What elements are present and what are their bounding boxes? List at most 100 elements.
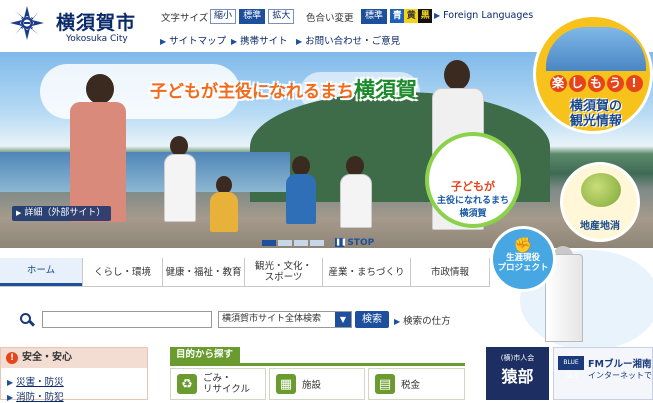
local-badge-label: 地産地消	[580, 221, 620, 232]
tourism-badge-enjoy: 楽しもう!	[536, 75, 650, 92]
arrow-right-icon: ▶	[7, 378, 14, 387]
slide-dot[interactable]	[262, 240, 276, 246]
foreign-languages-link[interactable]: ▶ Foreign Languages	[434, 10, 533, 21]
banner1-line2: 猿部	[501, 367, 534, 386]
recycle-icon: ♻	[177, 374, 197, 394]
color-standard-button[interactable]: 標準	[361, 9, 388, 24]
color-black-button[interactable]: 黒	[418, 9, 433, 23]
font-size-large-button[interactable]: 拡大	[268, 9, 295, 24]
kids-badge-line1: 子どもが	[451, 180, 495, 193]
hero-person	[210, 192, 238, 232]
fm-blue-logo: BLUE 78.5	[558, 356, 584, 380]
arrow-right-icon: ▶	[16, 209, 22, 217]
city-name-en: Yokosuka City	[66, 34, 128, 44]
purpose-tile-label: ごみ・ リサイクル	[203, 373, 251, 395]
tourism-badge-line2: 観光情報	[569, 114, 622, 129]
color-change-label: 色合い変更	[306, 13, 354, 24]
search-input[interactable]	[42, 311, 212, 328]
fist-icon: ✊	[513, 236, 533, 254]
safety-title: 安全・安心	[22, 352, 72, 363]
purpose-tile-tax[interactable]: ▤ 税金	[368, 368, 465, 400]
hero-sea	[0, 152, 290, 192]
arrow-right-icon: ▶	[231, 37, 238, 46]
search-help-label: 検索の仕方	[403, 316, 451, 327]
purpose-panel-rule	[170, 363, 465, 366]
fm-blue-shonan-banner[interactable]: BLUE 78.5 FMブルー湘南 インターネットで	[553, 347, 653, 400]
purpose-panel-header: 目的から探す	[170, 347, 240, 363]
safety-panel-header: ! 安全・安心	[1, 348, 147, 368]
nav-home[interactable]: ホーム	[0, 258, 82, 286]
nav-living[interactable]: くらし・環境	[82, 258, 162, 286]
kids-city-badge[interactable]: 子どもが 主役になれるまち 横須賀	[425, 132, 521, 228]
nav-health[interactable]: 健康・福祉・教育	[162, 258, 244, 286]
search-scope-value: 横須賀市サイト全体検索	[222, 314, 322, 324]
hero-detail-link[interactable]: ▶ 詳細（外部サイト）	[12, 206, 112, 221]
safety-link-disaster[interactable]: ▶ 災害・防災	[7, 374, 64, 388]
hero-person	[340, 174, 372, 228]
font-size-standard-button[interactable]: 標準	[239, 9, 266, 24]
arrow-right-icon: ▶	[434, 11, 441, 20]
slider-stop-button[interactable]: ❚❚ STOP	[335, 238, 374, 248]
slide-dot[interactable]	[294, 240, 308, 246]
slide-dot[interactable]	[310, 240, 324, 246]
color-yellow-button[interactable]: 黄	[404, 9, 419, 23]
lifelong-active-project-badge[interactable]: ✊ 生涯現役 プロジェクト	[490, 226, 556, 292]
hero-caption: 子どもが主役になれるまち横須賀	[150, 74, 417, 104]
nav-city-info[interactable]: 市政情報	[410, 258, 490, 286]
tourism-badge-title: 横須賀の 観光情報	[536, 99, 650, 129]
kids-badge-line2: 主役になれるまち	[436, 196, 509, 206]
purpose-tile-label: 税金	[401, 380, 421, 391]
foreign-languages-label: Foreign Languages	[443, 10, 534, 21]
arrow-right-icon: ▶	[160, 37, 167, 46]
tourism-char: も	[587, 75, 605, 92]
city-emblem-icon[interactable]	[10, 6, 44, 40]
hero-person	[444, 60, 470, 90]
purpose-tile-garbage[interactable]: ♻ ごみ・ リサイクル	[170, 368, 266, 400]
tourism-char: 楽	[549, 75, 567, 92]
hero-caption-city: 横須賀	[354, 78, 417, 102]
banner1-line1: (横)市人会	[500, 354, 535, 362]
purpose-search-panel: 目的から探す ♻ ごみ・ リサイクル ▦ 施設 ▤ 税金	[170, 347, 465, 400]
hero-person	[292, 156, 310, 176]
tourism-char: う	[606, 75, 624, 92]
hero-person	[286, 174, 316, 224]
tourism-char: し	[568, 75, 586, 92]
contact-link[interactable]: ▶ お問い合わせ・ご意見	[296, 33, 400, 47]
arrow-right-icon: ▶	[7, 393, 14, 402]
safety-link-label: 消防・防犯	[16, 392, 64, 403]
local-production-badge[interactable]: 地産地消	[560, 162, 640, 242]
font-size-label: 文字サイズ	[161, 13, 209, 24]
nav-industry[interactable]: 産業・まちづくり	[322, 258, 410, 286]
search-scope-select[interactable]: 横須賀市サイト全体検索 ▼	[218, 311, 352, 328]
search-button[interactable]: 検索	[355, 311, 389, 328]
arrow-right-icon: ▶	[394, 317, 401, 326]
city-name-ja[interactable]: 横須賀市	[56, 8, 136, 35]
hero-person	[86, 74, 114, 104]
building-icon: ▦	[276, 374, 296, 394]
chevron-down-icon: ▼	[335, 312, 351, 327]
search-help-link[interactable]: ▶ 検索の仕方	[394, 313, 451, 327]
calculator-icon: ▤	[375, 374, 395, 394]
nav-tourism[interactable]: 観光・文化・ スポーツ	[244, 258, 322, 286]
tourism-badge-line1: 横須賀の	[569, 99, 622, 114]
sitemap-link[interactable]: ▶ サイトマップ	[160, 33, 226, 47]
global-nav: ホーム くらし・環境 健康・福祉・教育 観光・文化・ スポーツ 産業・まちづくり…	[0, 258, 490, 286]
tourism-info-badge[interactable]: 楽しもう! 横須賀の 観光情報	[533, 14, 653, 134]
stop-label: STOP	[347, 238, 375, 248]
font-size-small-button[interactable]: 縮小	[210, 9, 237, 24]
font-size-controls: 縮小 標準 拡大	[210, 9, 295, 24]
sponsor-banner-1[interactable]: (横)市人会 猿部	[486, 347, 549, 400]
slide-dot[interactable]	[278, 240, 292, 246]
hero-person	[346, 156, 364, 176]
color-blue-button[interactable]: 青	[390, 9, 405, 23]
retire-badge-line2: プロジェクト	[497, 263, 549, 273]
purpose-tile-facilities[interactable]: ▦ 施設	[269, 368, 365, 400]
kids-badge-line3: 横須賀	[459, 209, 487, 219]
mobile-site-link[interactable]: ▶ 携帯サイト	[231, 33, 288, 47]
mobile-site-label: 携帯サイト	[240, 36, 288, 47]
safety-link-fire[interactable]: ▶ 消防・防犯	[7, 389, 64, 403]
vegetable-icon	[581, 173, 621, 207]
hero-detail-label: 詳細（外部サイト）	[24, 208, 106, 218]
retire-badge-line1: 生涯現役	[505, 253, 540, 263]
search-icon	[28, 320, 36, 327]
